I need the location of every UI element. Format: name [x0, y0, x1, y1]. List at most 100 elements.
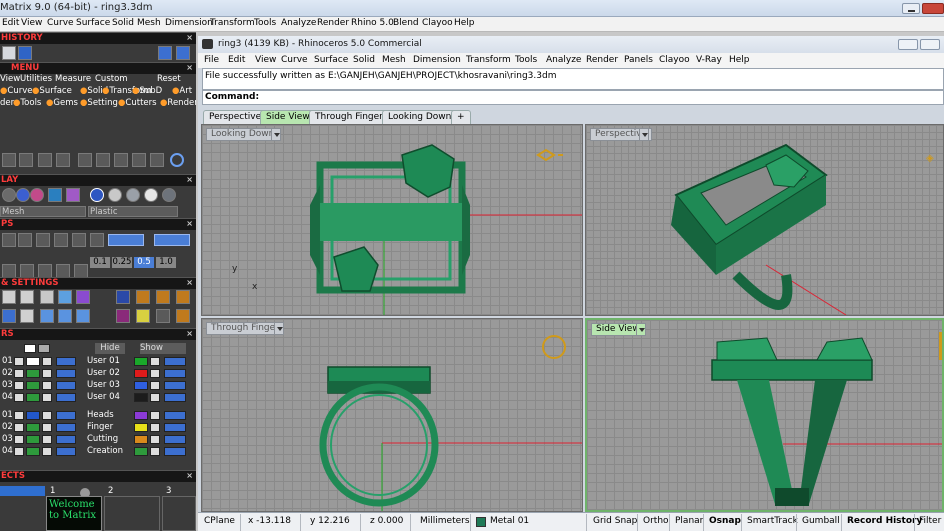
layer-row[interactable]: 02 — [0, 422, 80, 433]
lock-icon[interactable] — [42, 435, 52, 444]
menu-solid[interactable]: Solid — [112, 18, 134, 28]
object-slot-selected[interactable] — [0, 486, 45, 496]
forward-arrow-icon[interactable] — [176, 46, 190, 60]
chevron-down-icon[interactable] — [639, 128, 649, 141]
current-layer[interactable]: Metal 01 — [490, 516, 529, 526]
menu-curve[interactable]: ●Curve — [0, 86, 33, 96]
snap-toggle-button[interactable] — [108, 234, 144, 246]
settings-icon[interactable] — [176, 290, 190, 304]
layer-state-button[interactable] — [164, 381, 186, 390]
menu-reset[interactable]: Reset — [157, 74, 181, 84]
curve-tool-icon[interactable] — [19, 153, 33, 167]
viewport-perspective[interactable]: ◈ Perspective — [585, 124, 944, 316]
settings-icon[interactable] — [2, 290, 16, 304]
layer-visibility-icon[interactable] — [14, 381, 24, 390]
layer-color-swatch[interactable] — [134, 357, 148, 366]
settings-icon[interactable] — [20, 309, 34, 323]
layer-row[interactable]: 04 — [0, 446, 80, 457]
layer-row[interactable]: 03 — [0, 380, 80, 391]
rhino-menu-vray[interactable]: V-Ray — [696, 55, 722, 65]
toggle-osnap[interactable]: Osnap — [709, 516, 741, 526]
layer-color-swatch[interactable] — [38, 344, 50, 353]
layer-row[interactable]: 01 — [0, 410, 80, 421]
layer-row[interactable]: Heads — [84, 410, 196, 421]
snap-value-2[interactable]: 0.5 — [134, 257, 154, 268]
menu-subd[interactable]: ●SubD — [132, 86, 162, 96]
layer-state-button[interactable] — [56, 435, 76, 444]
add-tab-button[interactable]: + — [451, 110, 471, 124]
close-icon[interactable]: × — [186, 471, 193, 480]
copy-icon[interactable] — [114, 153, 128, 167]
lock-icon[interactable] — [150, 357, 160, 366]
layer-state-button[interactable] — [56, 411, 76, 420]
menu-dimension[interactable]: Dimension — [165, 18, 213, 28]
close-icon[interactable]: × — [186, 33, 193, 42]
lock-icon[interactable] — [42, 381, 52, 390]
layer-state-button[interactable] — [164, 411, 186, 420]
close-icon[interactable]: × — [186, 329, 193, 338]
curve-tool-icon[interactable] — [2, 153, 16, 167]
gem-icon[interactable] — [76, 290, 90, 304]
material-sphere-icon[interactable] — [126, 188, 140, 202]
lock-icon[interactable] — [42, 447, 52, 456]
menu-render[interactable]: Render — [317, 18, 349, 28]
lock-icon[interactable] — [150, 423, 160, 432]
lock-icon[interactable] — [150, 381, 160, 390]
rhino-menu-dimension[interactable]: Dimension — [413, 55, 461, 65]
layer-row[interactable]: User 02 — [84, 368, 196, 379]
layer-visibility-icon[interactable] — [14, 369, 24, 378]
lock-icon[interactable] — [150, 393, 160, 402]
display-mode-icon[interactable] — [66, 188, 80, 202]
menu-utilities[interactable]: Utilities — [20, 74, 52, 84]
open-folder-icon[interactable] — [18, 46, 32, 60]
lock-icon[interactable] — [42, 393, 52, 402]
transform-icon[interactable] — [74, 264, 88, 278]
material-sphere-icon[interactable] — [108, 188, 122, 202]
close-icon[interactable]: × — [186, 219, 193, 228]
menu-render[interactable]: ●Render — [160, 98, 196, 108]
layer-color-swatch[interactable] — [134, 435, 148, 444]
settings-icon[interactable] — [58, 290, 72, 304]
mesh-dropdown[interactable]: Mesh — [0, 206, 86, 217]
menu-surface[interactable]: ●Surface — [32, 86, 72, 96]
menu-surface[interactable]: Surface — [76, 18, 110, 28]
lock-icon[interactable] — [42, 423, 52, 432]
chevron-down-icon[interactable] — [274, 322, 284, 335]
snap-icon[interactable] — [36, 233, 50, 247]
snap-icon[interactable] — [54, 233, 68, 247]
tab-through-finger[interactable]: Through Finger — [309, 110, 389, 124]
layer-color-swatch[interactable] — [26, 423, 40, 432]
rhino-menu-file[interactable]: File — [204, 55, 219, 65]
layer-state-button[interactable] — [56, 393, 76, 402]
layer-color-swatch[interactable] — [26, 369, 40, 378]
lock-icon[interactable] — [42, 357, 52, 366]
settings-icon[interactable] — [116, 290, 130, 304]
display-mode-icon[interactable] — [2, 188, 16, 202]
layer-state-button[interactable] — [56, 381, 76, 390]
settings-icon[interactable] — [20, 290, 34, 304]
settings-icon[interactable] — [116, 309, 130, 323]
menu-clayoo[interactable]: Clayoo — [422, 18, 453, 28]
snap-icon[interactable] — [72, 233, 86, 247]
layer-state-button[interactable] — [164, 393, 186, 402]
menu-transform[interactable]: Transform — [210, 18, 255, 28]
layer-color-swatch[interactable] — [24, 344, 36, 353]
layer-row[interactable]: User 03 — [84, 380, 196, 391]
viewport-side-view[interactable]: Side View — [585, 318, 944, 512]
chevron-down-icon[interactable] — [636, 323, 646, 336]
menu-blend[interactable]: Blend — [393, 18, 419, 28]
lock-icon[interactable] — [42, 369, 52, 378]
layer-state-button[interactable] — [56, 357, 76, 366]
layer-color-swatch[interactable] — [26, 357, 40, 366]
close-icon[interactable]: × — [186, 63, 193, 72]
rhino-menu-edit[interactable]: Edit — [228, 55, 245, 65]
menu-curve[interactable]: Curve — [47, 18, 74, 28]
settings-icon[interactable] — [2, 309, 16, 323]
object-slot[interactable] — [162, 496, 196, 531]
settings-icon[interactable] — [76, 309, 90, 323]
layer-visibility-icon[interactable] — [14, 393, 24, 402]
lock-icon[interactable] — [42, 411, 52, 420]
snap-icon[interactable] — [2, 233, 16, 247]
layer-state-button[interactable] — [56, 423, 76, 432]
layer-visibility-icon[interactable] — [14, 357, 24, 366]
